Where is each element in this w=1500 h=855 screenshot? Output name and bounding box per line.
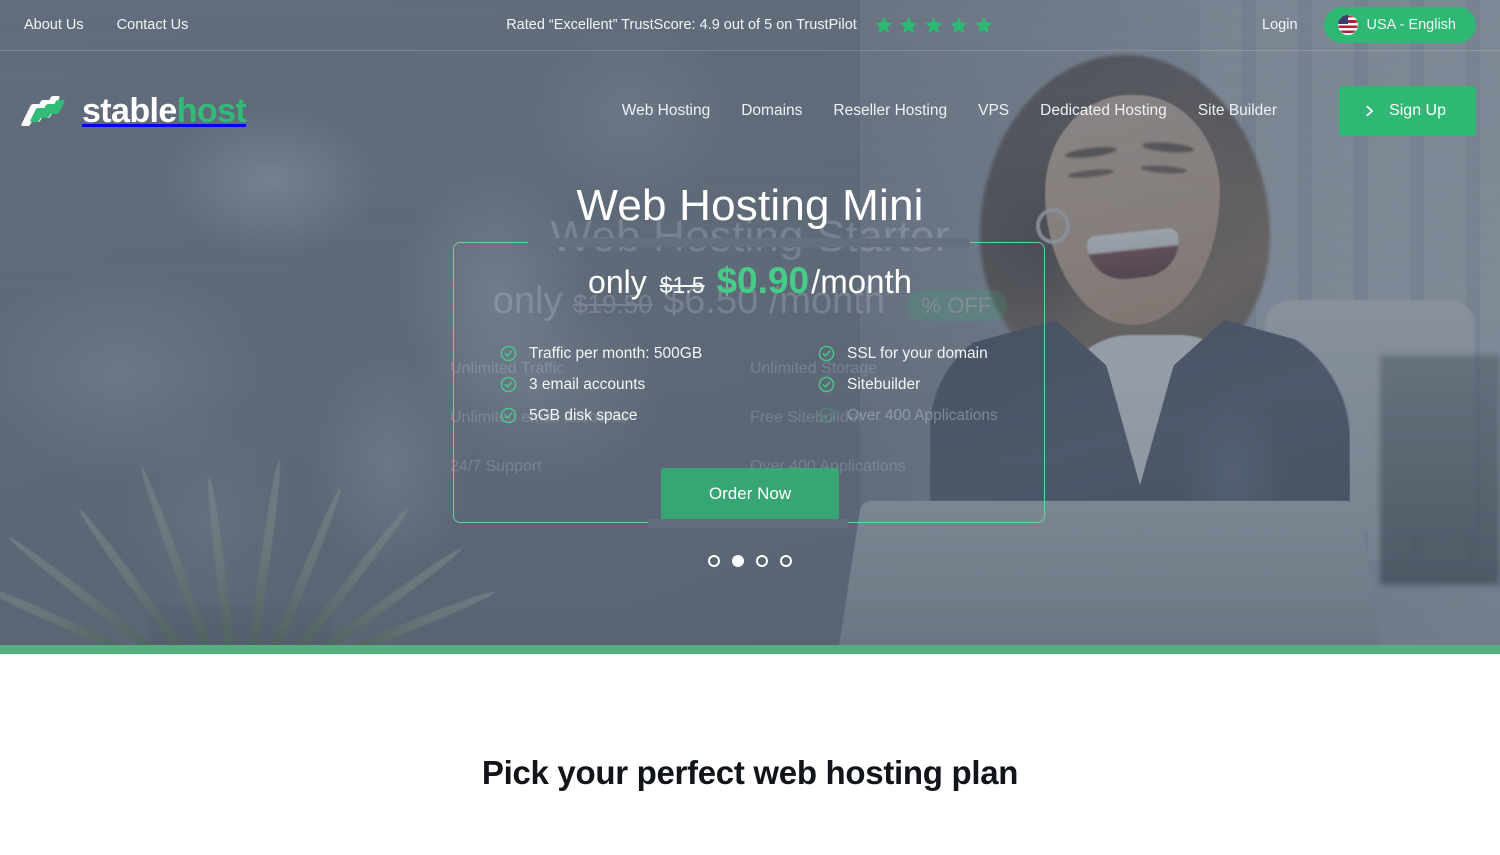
price-original: $1.5 (659, 272, 705, 298)
check-circle-icon (818, 407, 835, 424)
topbar-account-area: Login USA - English (1262, 7, 1476, 43)
slide-price: only $1.5 $0.90 /month (0, 262, 1500, 299)
nav-item-web-hosting[interactable]: Web Hosting (622, 102, 710, 120)
carousel-dot-2[interactable] (732, 555, 744, 567)
carousel-dots (0, 555, 1500, 567)
language-selector[interactable]: USA - English (1323, 7, 1476, 43)
carousel-dot-4[interactable] (780, 555, 792, 567)
nav-item-reseller-hosting[interactable]: Reseller Hosting (833, 102, 947, 120)
check-circle-icon (818, 376, 835, 393)
feature-item: 3 email accounts (500, 369, 818, 400)
feature-item: 5GB disk space (500, 400, 818, 431)
chevron-right-icon (1366, 105, 1374, 117)
plans-section: Pick your perfect web hosting plan (0, 654, 1500, 855)
trustpilot-stars (873, 15, 994, 36)
login-link[interactable]: Login (1262, 17, 1297, 33)
logo-mark-icon (20, 91, 72, 131)
us-flag-icon (1337, 15, 1358, 35)
check-circle-icon (500, 376, 517, 393)
order-now-button[interactable]: Order Now (660, 468, 840, 520)
trustpilot-rating: Rated “Excellent” TrustScore: 4.9 out of… (506, 15, 994, 36)
star-icon (899, 16, 918, 33)
hero-section: About Us Contact Us Rated “Excellent” Tr… (0, 0, 1500, 645)
slide-title: Web Hosting Mini (576, 181, 924, 230)
nav-item-vps[interactable]: VPS (978, 102, 1009, 120)
logo-word-stable: stable (82, 92, 177, 130)
top-utility-bar: About Us Contact Us Rated “Excellent” Tr… (0, 0, 1500, 51)
price-period: /month (811, 263, 912, 300)
topbar-link-about-us[interactable]: About Us (24, 17, 84, 33)
language-selector-label: USA - English (1366, 17, 1456, 33)
star-icon (949, 16, 968, 33)
topbar-links: About Us Contact Us (24, 17, 188, 33)
check-circle-icon (818, 345, 835, 362)
slide-feature-list: Traffic per month: 500GB SSL for your do… (500, 338, 1040, 431)
feature-item: Traffic per month: 500GB (500, 338, 818, 369)
hero-carousel: Web Hosting Starter only $19.50 $6.50 /m… (0, 180, 1500, 645)
logo-wordmark: stablehost (82, 92, 247, 130)
sign-up-button[interactable]: Sign Up (1339, 86, 1476, 136)
nav-item-domains[interactable]: Domains (741, 102, 802, 120)
price-current: $0.90 (716, 260, 810, 301)
plans-heading: Pick your perfect web hosting plan (481, 754, 1019, 791)
check-circle-icon (500, 407, 517, 424)
site-logo[interactable]: stablehost (20, 91, 247, 131)
logo-word-host: host (176, 92, 247, 130)
feature-label: 5GB disk space (529, 406, 638, 424)
frame-gap-bottom (648, 519, 848, 528)
star-icon (874, 16, 893, 33)
sign-up-label: Sign Up (1389, 102, 1446, 119)
feature-label: Traffic per month: 500GB (529, 344, 703, 362)
feature-label: Sitebuilder (847, 375, 921, 393)
feature-item: SSL for your domain (818, 338, 1040, 369)
feature-label: SSL for your domain (847, 344, 988, 362)
carousel-dot-3[interactable] (756, 555, 768, 567)
price-only-label: only (588, 264, 647, 300)
carousel-dot-1[interactable] (708, 555, 720, 567)
nav-item-dedicated-hosting[interactable]: Dedicated Hosting (1040, 102, 1167, 120)
main-navigation: stablehost Web Hosting Domains Reseller … (0, 51, 1500, 171)
feature-item: Sitebuilder (818, 369, 1040, 400)
primary-nav-links: Web Hosting Domains Reseller Hosting VPS… (622, 86, 1476, 136)
nav-item-site-builder[interactable]: Site Builder (1198, 102, 1277, 120)
check-circle-icon (500, 345, 517, 362)
feature-label: Over 400 Applications (847, 406, 998, 424)
trustpilot-text: Rated “Excellent” TrustScore: 4.9 out of… (506, 17, 857, 33)
feature-item: Over 400 Applications (818, 400, 1040, 431)
carousel-slide-current: Web Hosting Mini only $1.5 $0.90 /month … (0, 180, 1500, 645)
feature-label: 3 email accounts (529, 375, 646, 393)
star-icon (924, 16, 943, 33)
frame-gap-top (528, 238, 970, 247)
green-divider-band (0, 645, 1500, 654)
star-icon (974, 16, 993, 33)
topbar-link-contact-us[interactable]: Contact Us (117, 17, 189, 33)
